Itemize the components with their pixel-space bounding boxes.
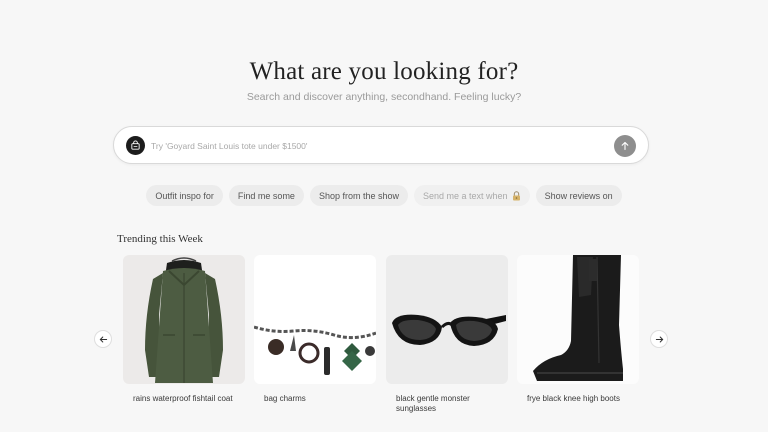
product-card[interactable]: frye black knee high boots [517, 255, 639, 404]
hero-title: What are you looking for? [249, 58, 519, 85]
search-input[interactable] [151, 136, 601, 156]
trending-title: Trending this Week [117, 233, 203, 245]
product-caption: frye black knee high boots [527, 394, 620, 403]
product-image [386, 255, 508, 384]
product-caption: black gentle monster sunglasses [396, 394, 470, 413]
lock-icon [512, 190, 521, 201]
product-image [123, 255, 245, 384]
suggestion-chips: Outfit inspo for Find me some Shop from … [0, 185, 768, 206]
chip-label: Outfit inspo for [155, 190, 214, 201]
chip-label: Send me a text when [423, 190, 508, 201]
product-card[interactable]: black gentle monster sunglasses [386, 255, 508, 414]
carousel-next-button[interactable] [650, 330, 668, 348]
chip-label: Show reviews on [544, 190, 613, 201]
chip-show-reviews[interactable]: Show reviews on [535, 185, 622, 206]
carousel-prev-button[interactable] [94, 330, 112, 348]
chip-shop-from-show[interactable]: Shop from the show [309, 185, 408, 206]
chip-label: Shop from the show [318, 190, 399, 201]
chip-send-text[interactable]: Send me a text when [414, 185, 530, 206]
arrow-up-icon [621, 141, 629, 151]
submit-button[interactable] [614, 135, 636, 157]
chip-outfit-inspo[interactable]: Outfit inspo for [146, 185, 223, 206]
chip-find-me-some[interactable]: Find me some [228, 185, 304, 206]
product-caption: bag charms [264, 394, 306, 403]
product-image [517, 255, 639, 384]
product-caption: rains waterproof fishtail coat [133, 394, 233, 403]
arrow-left-icon [99, 335, 107, 343]
chip-label: Find me some [237, 190, 295, 201]
arrow-right-icon [655, 335, 663, 343]
bag-icon [126, 136, 145, 155]
product-card[interactable]: rains waterproof fishtail coat [123, 255, 245, 404]
product-card[interactable]: bag charms [254, 255, 376, 404]
search-bar[interactable] [113, 126, 649, 164]
product-image [254, 255, 376, 384]
hero-subtitle: Search and discover anything, secondhand… [246, 91, 522, 103]
